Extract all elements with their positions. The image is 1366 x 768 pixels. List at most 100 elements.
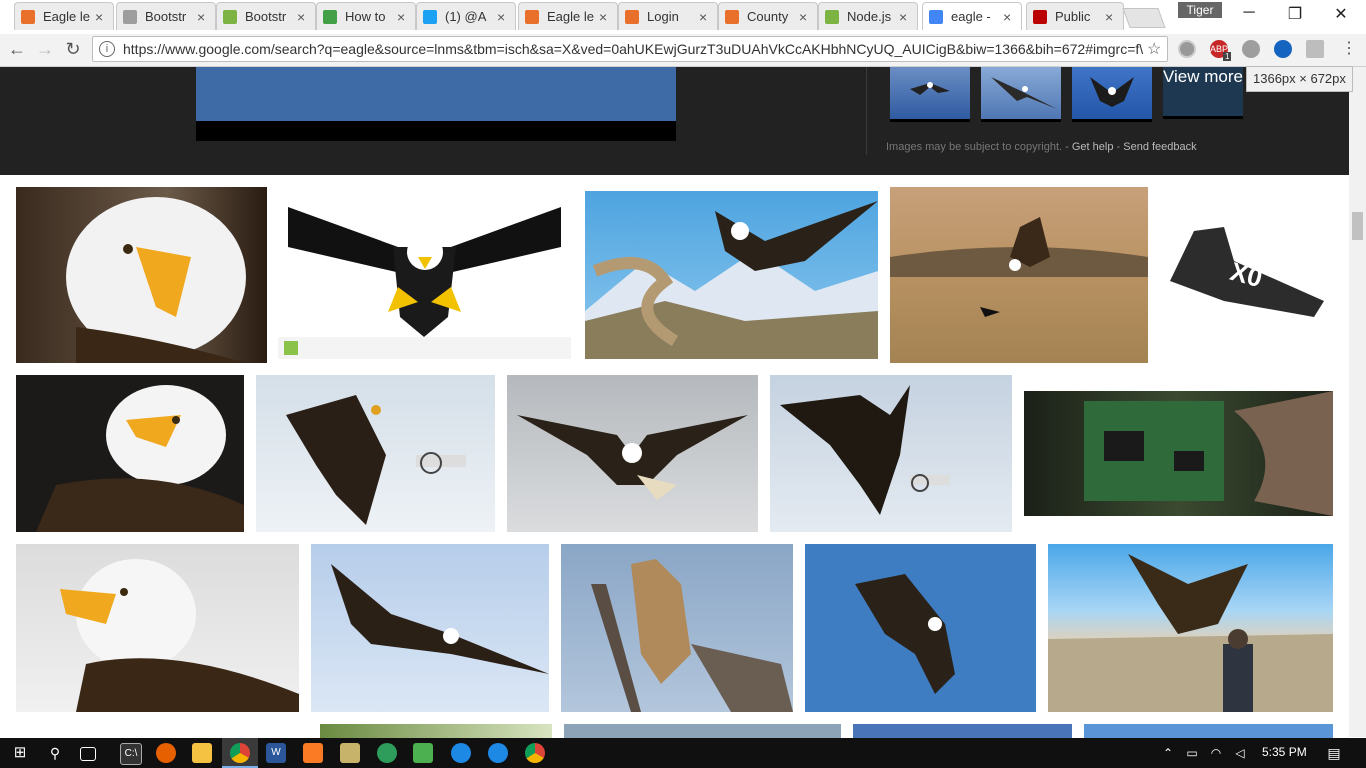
task-view-icon[interactable] — [80, 747, 96, 761]
notepad-icon[interactable] — [340, 743, 360, 763]
new-tab-button[interactable] — [1122, 8, 1166, 28]
profile-button[interactable]: Tiger — [1178, 2, 1222, 18]
image-result[interactable] — [561, 544, 793, 712]
restore-icon[interactable]: ❐ — [1272, 4, 1318, 24]
browser-tab[interactable]: County × — [718, 2, 818, 30]
tab-title: County — [747, 9, 789, 24]
wifi-icon[interactable]: ◠ — [1206, 743, 1226, 763]
related-thumb[interactable] — [890, 67, 970, 122]
browser-tab[interactable]: eagle - × — [922, 2, 1022, 30]
browser-tab[interactable]: Public × — [1026, 2, 1124, 30]
xampp-icon — [21, 9, 35, 24]
browser-tab[interactable]: Node.js × — [818, 2, 918, 30]
browser-tab[interactable]: Login × — [618, 2, 718, 30]
search-icon[interactable]: ⚲ — [45, 743, 65, 763]
image-result[interactable] — [278, 187, 571, 359]
browser-tab[interactable]: Bootstr × — [216, 2, 316, 30]
image-result[interactable] — [890, 187, 1148, 363]
close-tab-icon[interactable]: × — [497, 9, 509, 25]
word-icon[interactable]: W — [266, 743, 286, 763]
browser-tab[interactable]: Bootstr × — [116, 2, 216, 30]
bookmark-star-icon[interactable]: ☆ — [1147, 39, 1167, 59]
menu-icon[interactable]: ⋮ — [1338, 38, 1360, 60]
pdf-extension-icon[interactable] — [1306, 40, 1324, 58]
windows-start-icon[interactable]: ⊞ — [10, 743, 30, 763]
node-icon — [223, 9, 237, 24]
close-tab-icon[interactable]: × — [899, 9, 911, 25]
preview-main-image[interactable] — [196, 67, 676, 141]
notifications-icon[interactable]: ▤ — [1324, 743, 1344, 763]
viewport-size-tooltip: 1366px × 672px — [1246, 66, 1353, 92]
tab-title: Eagle le — [547, 9, 594, 24]
related-thumb[interactable] — [981, 67, 1061, 122]
image-result[interactable] — [770, 375, 1012, 532]
image-result[interactable] — [16, 375, 244, 532]
xampp-icon[interactable] — [303, 743, 323, 763]
skype-icon[interactable] — [488, 743, 508, 763]
file-explorer-icon[interactable] — [192, 743, 212, 763]
address-bar[interactable]: i https://www.google.com/search?q=eagle&… — [92, 36, 1168, 62]
app-icon[interactable] — [377, 743, 397, 763]
close-tab-icon[interactable]: × — [799, 9, 811, 25]
image-result[interactable] — [805, 544, 1036, 712]
get-help-link[interactable]: Get help — [1072, 141, 1114, 153]
tab-title: (1) @A — [445, 9, 487, 24]
image-result[interactable] — [1048, 544, 1333, 712]
close-tab-icon[interactable]: × — [1105, 9, 1117, 25]
eye-extension-icon[interactable] — [1178, 40, 1196, 58]
close-tab-icon[interactable]: × — [95, 9, 107, 25]
image-result[interactable] — [311, 544, 549, 712]
send-feedback-link[interactable]: Send feedback — [1123, 141, 1196, 153]
image-result[interactable] — [564, 724, 841, 738]
close-tab-icon[interactable]: × — [1003, 9, 1015, 25]
image-result[interactable] — [256, 375, 495, 532]
close-tab-icon[interactable]: × — [699, 9, 711, 25]
firefox-icon[interactable] — [156, 743, 176, 763]
minimize-icon[interactable]: ─ — [1226, 4, 1272, 22]
browser-tab[interactable]: How to × — [316, 2, 416, 30]
chevron-up-icon[interactable]: ⌃ — [1158, 743, 1178, 763]
image-result[interactable] — [1024, 391, 1333, 516]
browser-tab[interactable]: (1) @A × — [416, 2, 516, 30]
image-result[interactable] — [320, 724, 552, 738]
chrome-icon[interactable] — [525, 743, 545, 763]
reload-icon[interactable]: ↻ — [62, 38, 84, 60]
chrome-icon[interactable] — [230, 743, 250, 763]
image-result[interactable] — [853, 724, 1072, 738]
close-window-icon[interactable]: ✕ — [1318, 4, 1364, 24]
image-result[interactable] — [16, 187, 267, 363]
skype-icon[interactable] — [451, 743, 471, 763]
volume-icon[interactable]: ◁ — [1230, 743, 1250, 763]
related-thumb[interactable] — [1072, 67, 1152, 122]
browser-tab[interactable]: Eagle le × — [14, 2, 114, 30]
xampp-icon — [725, 9, 739, 24]
image-result[interactable] — [585, 191, 878, 359]
image-result[interactable] — [507, 375, 758, 532]
close-tab-icon[interactable]: × — [599, 9, 611, 25]
node-icon — [825, 9, 839, 24]
forward-icon[interactable]: → — [34, 38, 56, 60]
cloud-extension-icon[interactable] — [1242, 40, 1260, 58]
image-result[interactable]: X0 — [1164, 221, 1328, 321]
windows-taskbar: ⊞ ⚲ C:\ W ⌃ ▭ ◠ ◁ 5:35 PM ▤ — [0, 738, 1366, 768]
battery-icon[interactable]: ▭ — [1182, 743, 1202, 763]
browser-tab[interactable]: Eagle le × — [518, 2, 618, 30]
page-scrollbar[interactable] — [1349, 67, 1366, 737]
globe-extension-icon[interactable] — [1274, 40, 1292, 58]
scrollbar-thumb[interactable] — [1352, 212, 1363, 240]
url-text[interactable]: https://www.google.com/search?q=eagle&so… — [123, 41, 1147, 57]
view-more-label: View more — [1163, 67, 1243, 86]
xampp-icon — [525, 9, 539, 24]
clock[interactable]: 5:35 PM — [1262, 745, 1307, 759]
image-result[interactable] — [1084, 724, 1333, 738]
close-tab-icon[interactable]: × — [197, 9, 209, 25]
image-result[interactable] — [16, 544, 299, 712]
view-more-button[interactable]: View more — [1163, 67, 1243, 119]
bucket-icon[interactable] — [413, 743, 433, 763]
command-prompt-icon[interactable]: C:\ — [120, 743, 142, 765]
info-icon[interactable]: i — [99, 41, 115, 57]
close-tab-icon[interactable]: × — [297, 9, 309, 25]
close-tab-icon[interactable]: × — [397, 9, 409, 25]
document-icon — [123, 9, 137, 24]
back-icon[interactable]: ← — [6, 38, 28, 60]
